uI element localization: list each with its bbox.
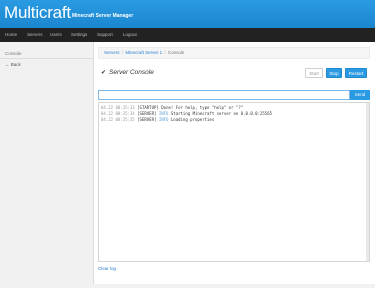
sidebar (0, 42, 94, 288)
breadcrumb-separator: / (121, 50, 124, 55)
breadcrumb-separator: / (164, 50, 166, 55)
stop-button[interactable]: Stop (326, 68, 342, 78)
brand-subtitle: Minecraft Server Manager (72, 13, 134, 19)
console-level: INFO (158, 117, 169, 122)
nav-item-support[interactable]: Support (97, 28, 113, 42)
page-title: ✔ Server Console (101, 69, 154, 76)
console-line: 04.22 08:35:35 [SERVER] INFO Loading pro… (101, 117, 214, 122)
sidebar-title: Console (5, 51, 22, 56)
console-message: Loading properties (170, 117, 215, 122)
top-navbar: Home Servers Users Settings Support Logo… (0, 28, 375, 42)
console-message: Starting Minecraft server on 0.0.0.0:255… (170, 111, 273, 116)
nav-item-home[interactable]: Home (5, 28, 17, 42)
command-input[interactable] (98, 90, 350, 100)
send-button[interactable]: Send (350, 90, 370, 100)
footer (0, 284, 375, 288)
console-line: 04.22 08:35:34 [SERVER] INFO Starting Mi… (101, 111, 272, 116)
console-tag: [SERVER] (137, 111, 157, 116)
console-tag: [STARTUP] (137, 105, 159, 110)
back-link[interactable]: ← Back (5, 62, 21, 67)
check-icon: ✔ (101, 70, 107, 76)
console-line: 04.22 08:35:33 [STARTUP] Done! For help,… (101, 105, 243, 110)
console-scrollbar[interactable] (366, 103, 369, 261)
console-level: INFO (158, 111, 169, 116)
breadcrumb-current: Console (167, 50, 185, 55)
breadcrumb-server[interactable]: Minecraft Server 1 (125, 50, 162, 55)
back-arrow-icon: ← (5, 62, 10, 67)
restart-button[interactable]: Restart (345, 68, 367, 78)
console-timestamp: 04.22 08:35:34 (101, 111, 135, 116)
start-button[interactable]: Start (305, 68, 323, 78)
sidebar-divider (0, 58, 94, 59)
brand-logo[interactable]: Multicraft (4, 4, 71, 22)
nav-item-users[interactable]: Users (50, 28, 62, 42)
clear-log-link[interactable]: Clear log (98, 266, 116, 271)
nav-item-servers[interactable]: Servers (27, 28, 43, 42)
back-label: Back (10, 62, 21, 67)
console-message: Done! For help, type "help" or "?" (161, 105, 244, 110)
page-title-text: Server Console (109, 69, 154, 76)
console-tag: [SERVER] (137, 117, 157, 122)
breadcrumb: Servers / Minecraft Server 1 / Console (98, 47, 370, 59)
breadcrumb-servers[interactable]: Servers (104, 50, 120, 55)
console-timestamp: 04.22 08:35:33 (101, 105, 135, 110)
app-header: Multicraft Minecraft Server Manager (0, 0, 375, 28)
console-timestamp: 04.22 08:35:35 (101, 117, 135, 122)
nav-item-logout[interactable]: Logout (123, 28, 137, 42)
nav-item-settings[interactable]: Settings (71, 28, 87, 42)
console-output[interactable]: 04.22 08:35:33 [STARTUP] Done! For help,… (98, 102, 370, 262)
